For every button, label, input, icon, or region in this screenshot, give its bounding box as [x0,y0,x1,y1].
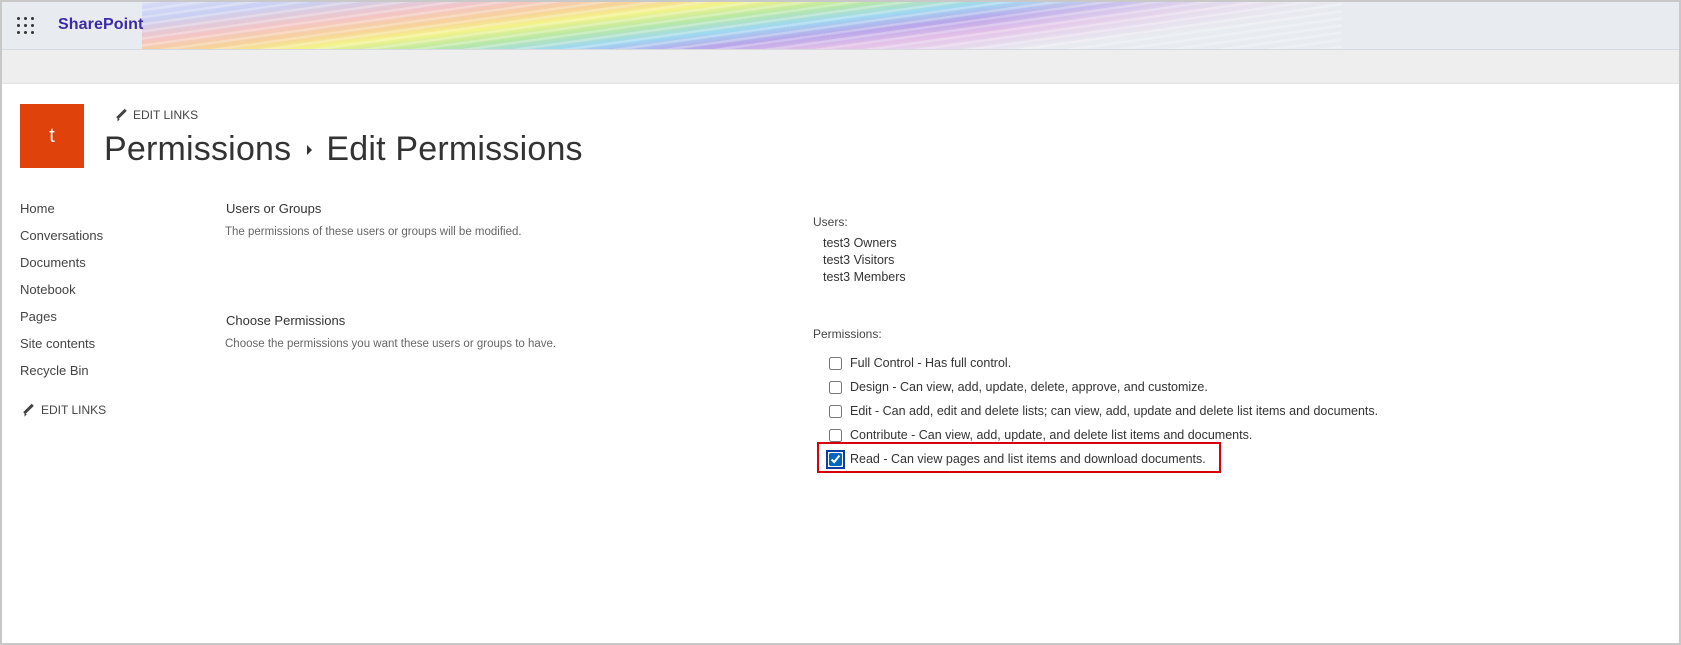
users-list: test3 Owners test3 Visitors test3 Member… [823,235,906,286]
read-permission-highlight [817,442,1221,473]
permission-label: Design - Can view, add, update, delete, … [850,380,1208,394]
page-title: Permissions Edit Permissions [104,130,583,169]
edit-checkbox[interactable] [829,404,842,418]
permission-row-edit[interactable]: Edit - Can add, edit and delete lists; c… [829,399,1378,423]
nav-item-site-contents[interactable]: Site contents [20,335,190,362]
nav-item-pages[interactable]: Pages [20,308,190,335]
users-label: Users: [813,215,848,229]
permission-row-design[interactable]: Design - Can view, add, update, delete, … [829,375,1378,399]
quick-launch-nav: Home Conversations Documents Notebook Pa… [20,200,190,389]
user-entry: test3 Visitors [823,253,895,267]
user-entry: test3 Members [823,270,906,284]
full-control-checkbox[interactable] [829,356,842,370]
suite-bar: SharePoint [2,2,1679,50]
permission-label: Full Control - Has full control. [850,356,1012,370]
breadcrumb-arrow-icon [307,144,313,155]
site-logo[interactable]: t [20,104,84,168]
permission-row-full-control[interactable]: Full Control - Has full control. [829,351,1378,375]
site-logo-letter: t [49,124,55,147]
nav-item-notebook[interactable]: Notebook [20,281,190,308]
permission-label: Contribute - Can view, add, update, and … [850,428,1253,442]
permissions-label: Permissions: [813,327,882,341]
users-section-description: The permissions of these users or groups… [225,226,522,238]
pencil-icon [115,109,127,121]
breadcrumb-current: Edit Permissions [326,130,583,168]
breadcrumb-permissions[interactable]: Permissions [104,130,291,169]
app-launcher-icon[interactable] [16,16,36,36]
sharepoint-brand-link[interactable]: SharePoint [58,16,143,34]
command-bar [2,50,1679,84]
nav-item-recycle-bin[interactable]: Recycle Bin [20,362,190,389]
permissions-section-title: Choose Permissions [226,313,346,328]
nav-item-home[interactable]: Home [20,200,190,227]
edit-links-nav-button[interactable]: EDIT LINKS [22,403,106,417]
edit-links-nav-label: EDIT LINKS [41,403,107,417]
user-entry: test3 Owners [823,236,897,250]
nav-item-documents[interactable]: Documents [20,254,190,281]
nav-item-conversations[interactable]: Conversations [20,227,190,254]
header-decoration [142,2,1342,49]
edit-links-top-label: EDIT LINKS [133,108,199,122]
pencil-icon [22,404,34,416]
permission-label: Edit - Can add, edit and delete lists; c… [850,404,1379,418]
edit-links-top-button[interactable]: EDIT LINKS [115,108,198,122]
contribute-checkbox[interactable] [829,428,842,442]
users-section-title: Users or Groups [226,201,322,216]
design-checkbox[interactable] [829,380,842,394]
permissions-section-description: Choose the permissions you want these us… [225,338,557,350]
